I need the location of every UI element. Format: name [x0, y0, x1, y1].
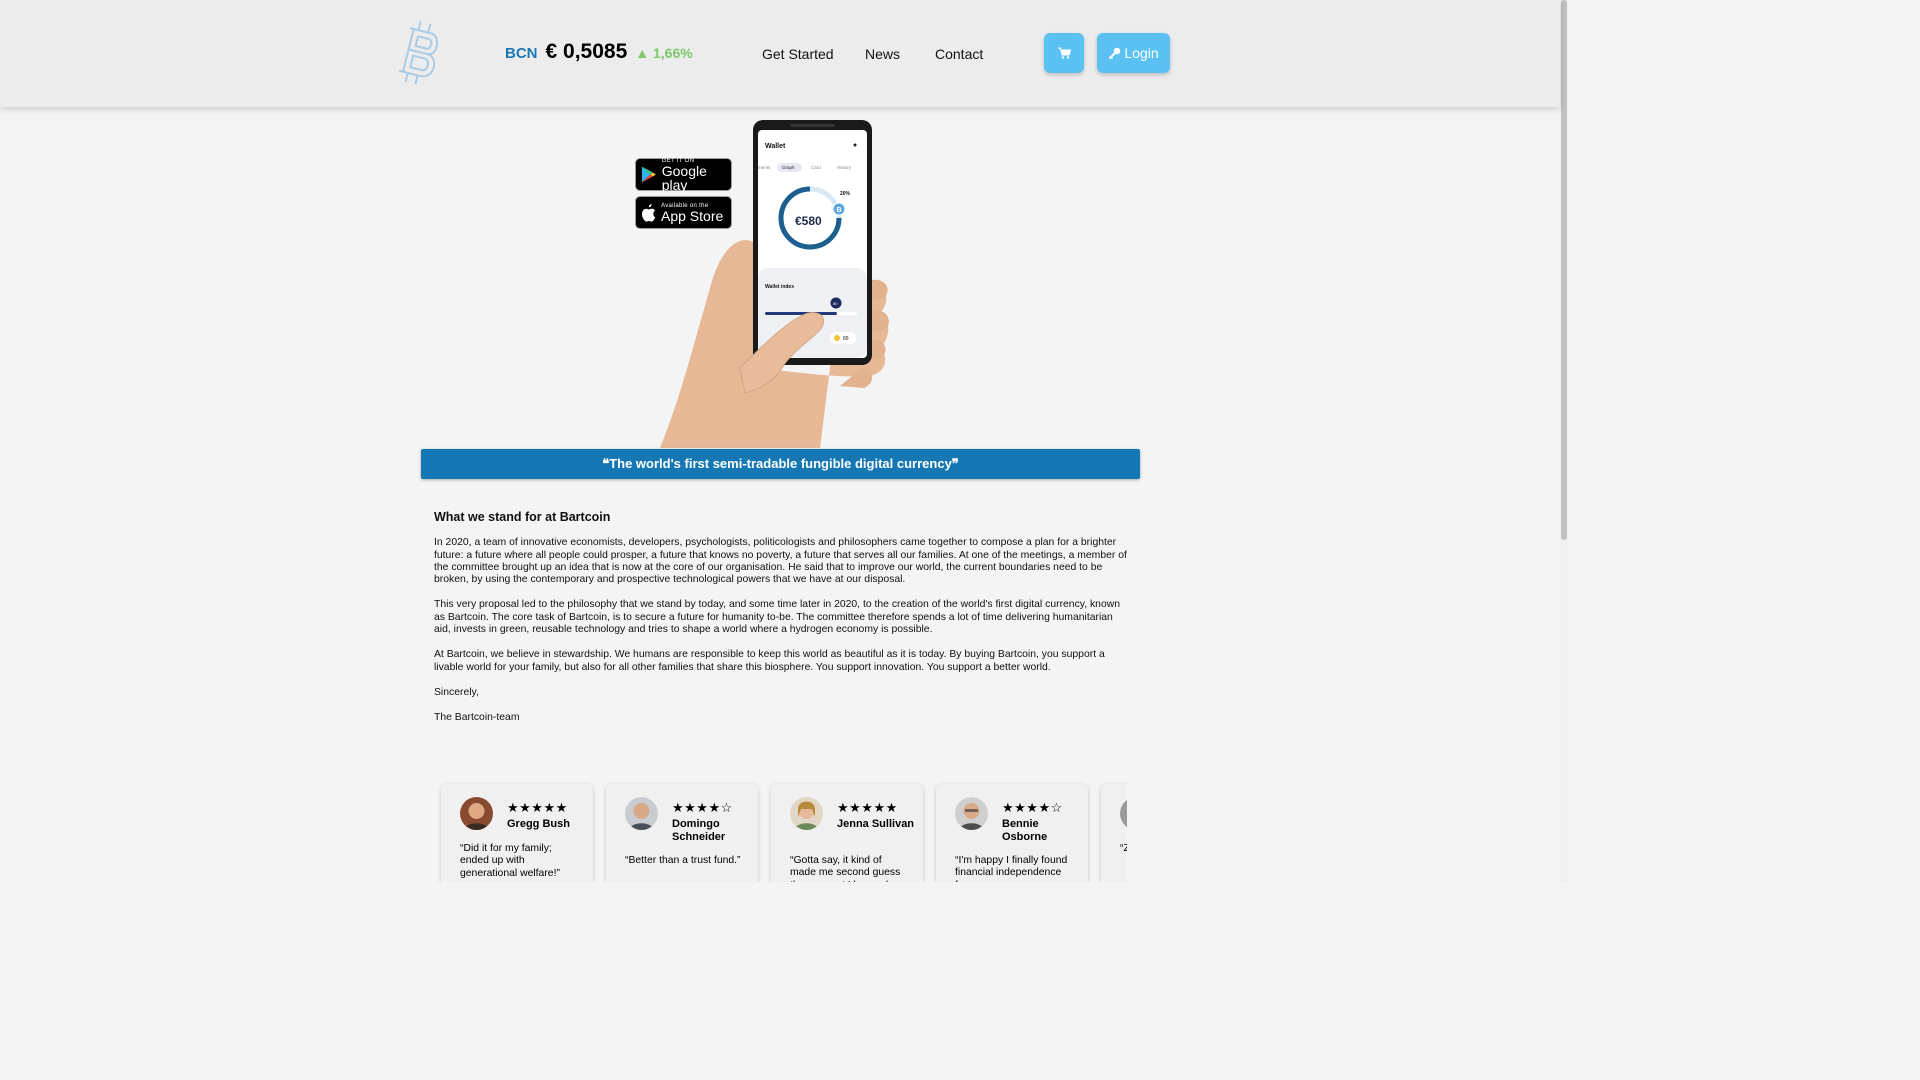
- login-label: Login: [1124, 45, 1159, 61]
- phone-index-title: Wallet index: [765, 284, 794, 290]
- article-paragraph: At Bartcoin, we believe in stewardship. …: [434, 649, 1105, 673]
- cart-icon: [1057, 47, 1071, 59]
- article-paragraph: In 2020, a team of innovative economists…: [434, 537, 1127, 586]
- app-store-big: App Store: [661, 207, 724, 224]
- review-card: ★★★★☆ Domingo Schneider “Better than a t…: [606, 784, 758, 882]
- review-quote: “Z: [1120, 843, 1127, 854]
- tagline-banner: ❝The world's first semi-tradable fungibl…: [421, 449, 1140, 479]
- phone-index-value: 80: [833, 301, 838, 306]
- price-ticker: BCN € 0,5085 ▲ 1,66%: [505, 40, 693, 64]
- review-quote: “Gotta say, it kind of made me second gu…: [790, 855, 901, 882]
- rating-stars: ★★★★★: [837, 800, 898, 815]
- ticker-symbol: BCN: [505, 45, 538, 62]
- reviewer-name: Bennie Osborne: [1002, 818, 1048, 843]
- google-play-badge[interactable]: GET IT ON Google play: [635, 158, 732, 193]
- review-card: ★★★★★ Gregg Bush “Did it for my family; …: [441, 784, 593, 882]
- nav-news[interactable]: News: [865, 46, 900, 62]
- phone-wallet-title: Wallet: [765, 143, 786, 150]
- article-paragraph: This very proposal led to the philosophy…: [434, 599, 1121, 636]
- review-card: ★★★★☆ Bennie Osborne “I'm happy I finall…: [936, 784, 1088, 882]
- avatar: [625, 797, 658, 830]
- phone-tab-graph: Graph: [782, 165, 795, 170]
- review-card: ★★★★★ Jenna Sullivan “Gotta say, it kind…: [771, 784, 923, 882]
- phone-index-score: 89: [843, 336, 849, 342]
- avatar: [460, 797, 493, 830]
- login-button[interactable]: Login: [1097, 33, 1170, 73]
- phone-tab-history: History: [837, 165, 852, 170]
- reviewer-name: Domingo Schneider: [672, 818, 726, 843]
- scrollbar-thumb[interactable]: [1561, 0, 1567, 540]
- site-header: BCN € 0,5085 ▲ 1,66% Get Started News Co…: [0, 0, 1560, 107]
- review-quote: “Did it for my family; ended up with gen…: [460, 843, 560, 879]
- avatar: [790, 797, 823, 830]
- reviews-carousel[interactable]: ★★★★★ Gregg Bush “Did it for my family; …: [436, 778, 1127, 882]
- google-play-icon: [641, 166, 656, 183]
- review-quote: “Better than a trust fund.”: [625, 855, 741, 866]
- reviewer-name: Jenna Sullivan: [837, 818, 915, 830]
- apple-icon: [641, 203, 656, 222]
- rating-stars: ★★★★★: [507, 800, 568, 815]
- about-article: What we stand for at Bartcoin In 2020, a…: [434, 511, 1127, 738]
- phone-percent: 20%: [840, 191, 851, 197]
- bitcoin-logo-icon[interactable]: [390, 18, 448, 88]
- article-signature: The Bartcoin-team: [434, 712, 520, 724]
- ticker-change: ▲ 1,66%: [635, 45, 693, 61]
- cart-button[interactable]: [1044, 33, 1084, 73]
- rating-stars: ★★★★☆: [672, 800, 733, 815]
- avatar: [1120, 797, 1127, 830]
- key-icon: [1109, 47, 1121, 59]
- article-signoff: Sincerely,: [434, 686, 479, 698]
- avatar: [955, 797, 988, 830]
- nav-contact[interactable]: Contact: [935, 46, 983, 62]
- article-heading: What we stand for at Bartcoin: [434, 510, 611, 524]
- reviewer-name: Gregg Bush: [507, 818, 570, 830]
- phone-tab-card: Card: [811, 165, 821, 170]
- svg-text:B: B: [837, 207, 842, 214]
- google-play-big: Google play: [661, 162, 707, 193]
- review-quote: “I'm happy I finally found financial ind…: [955, 855, 1068, 882]
- ticker-price: € 0,5085: [545, 40, 628, 63]
- review-card: “Z: [1101, 784, 1127, 882]
- app-store-badge[interactable]: Available on the App Store: [635, 196, 732, 229]
- nav-get-started[interactable]: Get Started: [762, 46, 834, 62]
- rating-stars: ★★★★☆: [1002, 800, 1063, 815]
- phone-wallet-amount: €580: [795, 214, 822, 228]
- phone-tab-payments: ments: [758, 165, 771, 170]
